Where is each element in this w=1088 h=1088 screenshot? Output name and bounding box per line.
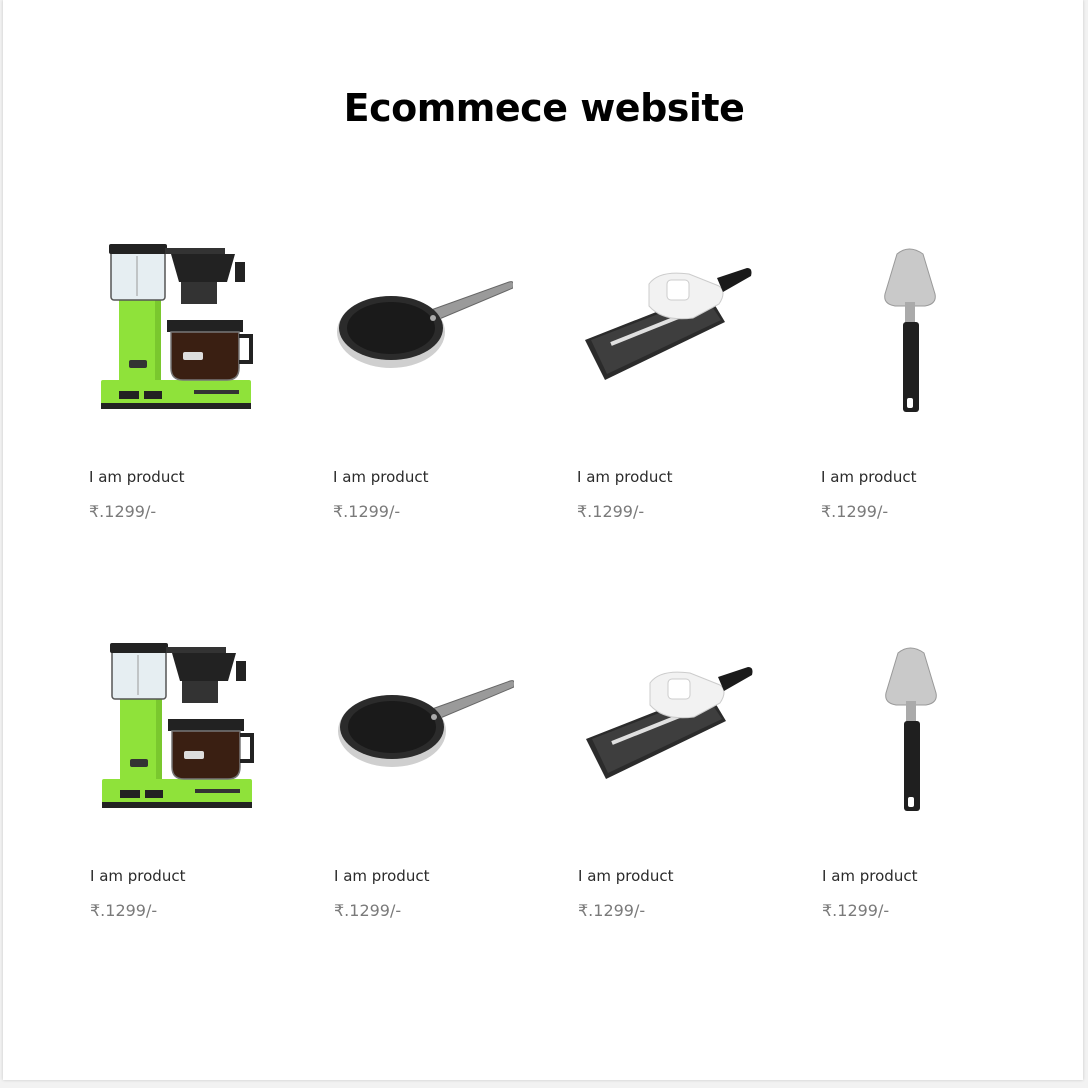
- page: Ecommece website I am product ₹.1299/- I…: [3, 0, 1083, 1080]
- product-grid: I am product ₹.1299/- I am product ₹.129…: [3, 0, 1083, 1080]
- product-card[interactable]: I am product ₹.1299/-: [577, 240, 777, 530]
- product-price: ₹.1299/-: [333, 502, 401, 521]
- product-card[interactable]: I am product ₹.1299/-: [333, 240, 533, 530]
- product-price: ₹.1299/-: [821, 502, 889, 521]
- product-card[interactable]: I am product ₹.1299/-: [578, 639, 778, 929]
- product-card[interactable]: I am product ₹.1299/-: [90, 639, 290, 929]
- mandoline-slicer-image[interactable]: [577, 240, 757, 430]
- cheese-slicer-image[interactable]: [821, 240, 1001, 430]
- product-price: ₹.1299/-: [822, 901, 890, 920]
- product-price: ₹.1299/-: [334, 901, 402, 920]
- mandoline-slicer-image[interactable]: [578, 639, 758, 829]
- product-price: ₹.1299/-: [89, 502, 157, 521]
- product-name[interactable]: I am product: [821, 468, 916, 486]
- product-card[interactable]: I am product ₹.1299/-: [821, 240, 1021, 530]
- product-card[interactable]: I am product ₹.1299/-: [89, 240, 289, 530]
- frying-pan-image[interactable]: [334, 639, 514, 829]
- frying-pan-image[interactable]: [333, 240, 513, 430]
- coffee-maker-image[interactable]: [90, 639, 270, 829]
- product-name[interactable]: I am product: [577, 468, 672, 486]
- coffee-maker-image[interactable]: [89, 240, 269, 430]
- product-name[interactable]: I am product: [333, 468, 428, 486]
- cheese-slicer-image[interactable]: [822, 639, 1002, 829]
- product-name[interactable]: I am product: [334, 867, 429, 885]
- product-name[interactable]: I am product: [90, 867, 185, 885]
- product-price: ₹.1299/-: [90, 901, 158, 920]
- product-price: ₹.1299/-: [577, 502, 645, 521]
- product-name[interactable]: I am product: [822, 867, 917, 885]
- product-card[interactable]: I am product ₹.1299/-: [822, 639, 1022, 929]
- product-card[interactable]: I am product ₹.1299/-: [334, 639, 534, 929]
- product-price: ₹.1299/-: [578, 901, 646, 920]
- product-name[interactable]: I am product: [89, 468, 184, 486]
- product-name[interactable]: I am product: [578, 867, 673, 885]
